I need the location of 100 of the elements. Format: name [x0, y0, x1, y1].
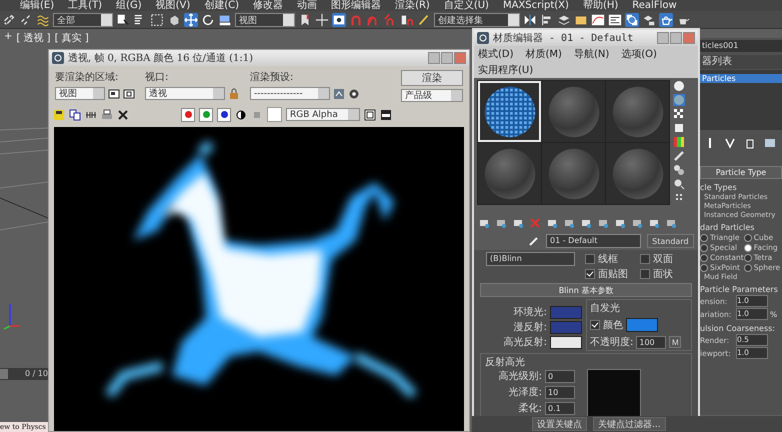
region-frame-icon[interactable]	[123, 88, 135, 100]
radio-button[interactable]	[744, 264, 752, 272]
menu-item[interactable]: 修改器	[253, 0, 284, 11]
menu-item[interactable]: 实用程序(U)	[478, 63, 534, 77]
menu-item[interactable]: 编辑(E)	[20, 0, 54, 11]
channel-toggle[interactable]	[181, 108, 195, 122]
menu-item[interactable]: 动画	[297, 0, 318, 11]
window-icon[interactable]	[380, 108, 392, 120]
schematic-icon[interactable]	[608, 12, 622, 26]
rotate-icon[interactable]	[201, 12, 215, 26]
radio-button[interactable]	[744, 234, 752, 242]
stack-item[interactable]: Particles	[700, 74, 782, 83]
selection-filter-dropdown[interactable]: 全部	[53, 12, 113, 26]
color-swatch[interactable]	[550, 320, 582, 334]
number-field[interactable]: 0.1	[545, 402, 575, 414]
eyedropper-icon[interactable]	[528, 235, 540, 247]
viewport-label[interactable]: [ 透视 ]	[16, 31, 51, 45]
render-setup-icon[interactable]	[642, 12, 656, 26]
menu-item[interactable]: 图形编辑器	[331, 0, 382, 11]
number-field[interactable]: 0	[545, 370, 575, 382]
square-icon[interactable]	[673, 122, 685, 134]
screen-icon[interactable]	[332, 12, 346, 26]
teapot-icon[interactable]	[659, 12, 673, 26]
area-dropdown[interactable]: 视图	[55, 87, 105, 100]
radio-button[interactable]	[744, 254, 752, 262]
frame-icon[interactable]	[364, 108, 376, 120]
rollout-header[interactable]: Particle Type	[700, 166, 782, 179]
clear-icon[interactable]	[117, 108, 129, 120]
time-slider[interactable]: 0 / 10	[0, 368, 48, 380]
opacity-field[interactable]: 100	[636, 336, 666, 348]
checker-icon[interactable]	[673, 108, 685, 120]
time-slider-thumb[interactable]	[0, 369, 8, 379]
scale-icon[interactable]	[218, 12, 232, 26]
quality-dropdown[interactable]: 产品级	[401, 89, 463, 102]
crosshair-icon[interactable]	[315, 12, 329, 26]
checkbox[interactable]	[590, 320, 600, 330]
viewport-label[interactable]: [ 真实 ]	[54, 31, 89, 45]
shader-dropdown[interactable]: (B)Blinn	[486, 252, 575, 266]
color-swatch[interactable]	[550, 336, 582, 348]
rectangle-select-icon[interactable]	[150, 12, 164, 26]
edit-region-icon[interactable]	[108, 88, 120, 100]
contrast-icon[interactable]	[235, 108, 247, 120]
channel-toggle[interactable]	[199, 108, 213, 122]
menu-item[interactable]: 导航(N)	[574, 47, 610, 61]
checkbox[interactable]	[585, 254, 595, 264]
curve-editor-icon[interactable]	[591, 12, 605, 26]
map-button[interactable]: M	[669, 336, 682, 348]
radio-button[interactable]	[744, 244, 752, 252]
menu-item[interactable]: 选项(O)	[621, 47, 657, 61]
link-icon[interactable]	[2, 12, 16, 26]
wave-icon[interactable]	[36, 12, 50, 26]
material-slot[interactable]	[478, 81, 541, 142]
checkbox[interactable]	[585, 269, 595, 279]
menu-item[interactable]: 视图(V)	[156, 0, 190, 11]
rollout-header[interactable]: Blinn 基本参数	[480, 283, 692, 297]
render-button[interactable]: 渲染	[401, 70, 463, 86]
save-icon[interactable]	[53, 108, 65, 120]
display-channel-dropdown[interactable]: RGB Alpha	[286, 108, 360, 121]
color-swatch[interactable]	[550, 306, 582, 318]
menu-item[interactable]: RealFlow	[632, 0, 677, 11]
unlink-icon[interactable]	[19, 12, 33, 26]
color-swatch[interactable]	[626, 318, 658, 332]
menu-item[interactable]: 模式(D)	[478, 47, 514, 61]
checkbox[interactable]	[640, 269, 650, 279]
preset-dropdown[interactable]: ---------------	[250, 87, 330, 100]
radio-button[interactable]	[700, 254, 708, 262]
menu-item[interactable]: 帮助(H)	[582, 0, 618, 11]
radio-button[interactable]	[700, 234, 708, 242]
spinner-magnet-icon[interactable]	[400, 12, 414, 26]
modifier-list-dropdown[interactable]: 器列表	[700, 55, 782, 69]
pencil-icon[interactable]	[417, 12, 431, 26]
move-icon[interactable]	[184, 12, 198, 26]
color-bars-icon[interactable]	[673, 136, 685, 148]
material-type-button[interactable]: Standard	[646, 234, 694, 248]
menu-item[interactable]: 材质(M)	[526, 47, 562, 61]
material-name-field[interactable]: 01 - Default	[546, 234, 641, 248]
number-field[interactable]: 10	[545, 386, 575, 398]
print-icon[interactable]	[101, 108, 113, 120]
color-swatch[interactable]	[267, 107, 282, 122]
menu-item[interactable]: MAXScript(X)	[502, 0, 569, 11]
pencil-icon[interactable]	[673, 150, 685, 162]
menu-item[interactable]: 工具(T)	[68, 0, 102, 11]
checkbox[interactable]	[640, 254, 650, 264]
menu-item[interactable]: 组(G)	[116, 0, 142, 11]
layers-icon[interactable]	[557, 12, 571, 26]
reference-coordinate-dropdown[interactable]: 视图	[235, 12, 295, 26]
render-preset-icon[interactable]	[333, 88, 345, 100]
named-selection-dropdown[interactable]: 创建选择集	[434, 12, 520, 26]
material-editor-icon[interactable]	[625, 12, 639, 26]
set-key-button[interactable]: 设置关键点	[532, 417, 587, 431]
viewport-dropdown[interactable]: 透视	[145, 87, 225, 100]
channel-toggle[interactable]	[217, 108, 231, 122]
radio-button[interactable]	[700, 264, 708, 272]
select-cursor-icon[interactable]	[116, 12, 130, 26]
lock-icon[interactable]	[228, 88, 240, 100]
radio-button[interactable]	[700, 244, 708, 252]
menu-item[interactable]: 创建(C)	[204, 0, 240, 11]
mirror-icon[interactable]	[523, 12, 537, 26]
object-name-field[interactable]: ticles001	[700, 40, 782, 52]
fork-icon[interactable]	[724, 137, 736, 149]
